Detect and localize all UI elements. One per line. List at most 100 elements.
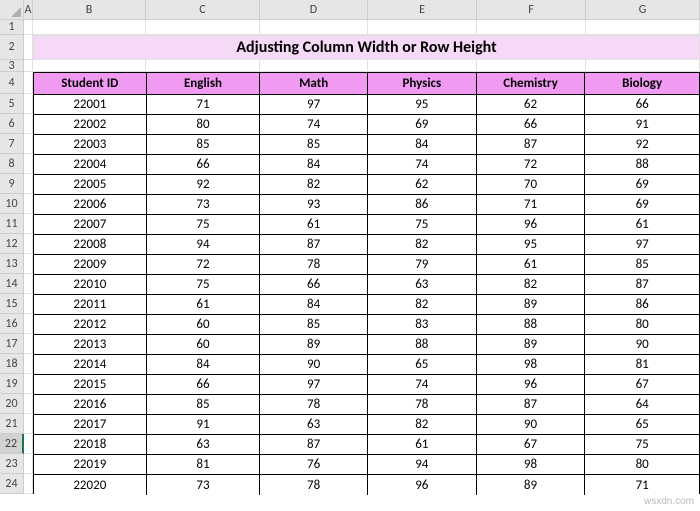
table-cell[interactable]: 80 — [585, 315, 699, 335]
cell-blank[interactable] — [24, 234, 33, 254]
cell-blank[interactable] — [146, 60, 260, 72]
table-cell[interactable]: 96 — [477, 375, 586, 395]
table-cell[interactable]: 74 — [368, 155, 477, 175]
table-cell[interactable]: 67 — [585, 375, 699, 395]
table-cell[interactable]: 66 — [147, 375, 261, 395]
table-cell[interactable]: 85 — [147, 395, 261, 415]
column-header-A[interactable]: A — [24, 0, 33, 20]
table-cell[interactable]: 75 — [368, 215, 477, 235]
row-header-23[interactable]: 23 — [0, 454, 24, 474]
cell-blank[interactable] — [477, 20, 586, 35]
table-cell[interactable]: 78 — [260, 395, 368, 415]
cell-blank[interactable] — [24, 274, 33, 294]
cell-blank[interactable] — [24, 434, 33, 454]
row-header-5[interactable]: 5 — [0, 94, 24, 114]
table-cell[interactable]: 95 — [477, 235, 586, 255]
row-header-13[interactable]: 13 — [0, 254, 24, 274]
table-cell[interactable]: 88 — [477, 315, 586, 335]
table-cell[interactable]: 75 — [147, 275, 261, 295]
table-cell[interactable]: 63 — [260, 415, 368, 435]
row-header-10[interactable]: 10 — [0, 194, 24, 214]
table-cell[interactable]: 22009 — [34, 255, 147, 275]
row-header-3[interactable]: 3 — [0, 60, 24, 72]
table-cell[interactable]: 60 — [147, 335, 261, 355]
cell-blank[interactable] — [146, 20, 260, 35]
cell-blank[interactable] — [24, 134, 33, 154]
row-header-6[interactable]: 6 — [0, 114, 24, 134]
table-cell[interactable]: 89 — [477, 475, 586, 495]
table-cell[interactable]: 63 — [147, 435, 261, 455]
table-cell[interactable]: 85 — [260, 135, 368, 155]
table-cell[interactable]: 74 — [368, 375, 477, 395]
row-header-9[interactable]: 9 — [0, 174, 24, 194]
table-cell[interactable]: 70 — [477, 175, 586, 195]
table-cell[interactable]: 71 — [147, 95, 261, 115]
table-cell[interactable]: 84 — [260, 295, 368, 315]
table-cell[interactable]: 66 — [260, 275, 368, 295]
table-cell[interactable]: 22010 — [34, 275, 147, 295]
table-cell[interactable]: 64 — [585, 395, 699, 415]
table-cell[interactable]: 89 — [477, 295, 586, 315]
table-cell[interactable]: 78 — [260, 475, 368, 495]
row-header-24[interactable]: 24 — [0, 474, 24, 494]
table-cell[interactable]: 98 — [477, 455, 586, 475]
table-cell[interactable]: 86 — [585, 295, 699, 315]
row-header-11[interactable]: 11 — [0, 214, 24, 234]
cell-blank[interactable] — [368, 20, 477, 35]
table-cell[interactable]: 22012 — [34, 315, 147, 335]
table-cell[interactable]: 74 — [260, 115, 368, 135]
table-cell[interactable]: 91 — [585, 115, 699, 135]
table-cell[interactable]: 63 — [368, 275, 477, 295]
table-header-cell[interactable]: Chemistry — [477, 73, 586, 95]
table-cell[interactable]: 85 — [585, 255, 699, 275]
table-cell[interactable]: 22017 — [34, 415, 147, 435]
cell-blank[interactable] — [586, 60, 700, 72]
table-cell[interactable]: 85 — [260, 315, 368, 335]
cell-blank[interactable] — [260, 20, 368, 35]
table-cell[interactable]: 93 — [260, 195, 368, 215]
row-header-2[interactable]: 2 — [0, 35, 24, 60]
table-cell[interactable]: 75 — [147, 215, 261, 235]
table-cell[interactable]: 96 — [477, 215, 586, 235]
row-header-1[interactable]: 1 — [0, 20, 24, 35]
table-header-cell[interactable]: English — [147, 73, 261, 95]
table-cell[interactable]: 89 — [260, 335, 368, 355]
table-cell[interactable]: 71 — [477, 195, 586, 215]
table-cell[interactable]: 87 — [585, 275, 699, 295]
table-cell[interactable]: 81 — [585, 355, 699, 375]
table-cell[interactable]: 73 — [147, 475, 261, 495]
table-cell[interactable]: 86 — [368, 195, 477, 215]
table-cell[interactable]: 96 — [368, 475, 477, 495]
table-cell[interactable]: 89 — [477, 335, 586, 355]
table-cell[interactable]: 87 — [477, 135, 586, 155]
table-cell[interactable]: 61 — [147, 295, 261, 315]
column-header-E[interactable]: E — [368, 0, 477, 20]
table-cell[interactable]: 67 — [477, 435, 586, 455]
table-cell[interactable]: 97 — [260, 375, 368, 395]
table-cell[interactable]: 66 — [147, 155, 261, 175]
table-header-cell[interactable]: Physics — [368, 73, 477, 95]
table-cell[interactable]: 22016 — [34, 395, 147, 415]
cell-blank[interactable] — [24, 72, 33, 94]
table-cell[interactable]: 95 — [368, 95, 477, 115]
table-cell[interactable]: 98 — [477, 355, 586, 375]
row-header-14[interactable]: 14 — [0, 274, 24, 294]
row-header-18[interactable]: 18 — [0, 354, 24, 374]
table-cell[interactable]: 97 — [260, 95, 368, 115]
cell-blank[interactable] — [586, 20, 700, 35]
row-header-17[interactable]: 17 — [0, 334, 24, 354]
cell-blank[interactable] — [24, 114, 33, 134]
table-cell[interactable]: 22018 — [34, 435, 147, 455]
table-cell[interactable]: 66 — [477, 115, 586, 135]
column-header-G[interactable]: G — [586, 0, 700, 20]
table-cell[interactable]: 92 — [585, 135, 699, 155]
table-cell[interactable]: 69 — [585, 175, 699, 195]
column-header-C[interactable]: C — [146, 0, 260, 20]
table-cell[interactable]: 94 — [147, 235, 261, 255]
cell-blank[interactable] — [24, 214, 33, 234]
table-header-cell[interactable]: Student ID — [34, 73, 147, 95]
table-cell[interactable]: 22019 — [34, 455, 147, 475]
table-cell[interactable]: 22002 — [34, 115, 147, 135]
title-cell[interactable]: Adjusting Column Width or Row Height — [33, 35, 700, 60]
table-cell[interactable]: 79 — [368, 255, 477, 275]
